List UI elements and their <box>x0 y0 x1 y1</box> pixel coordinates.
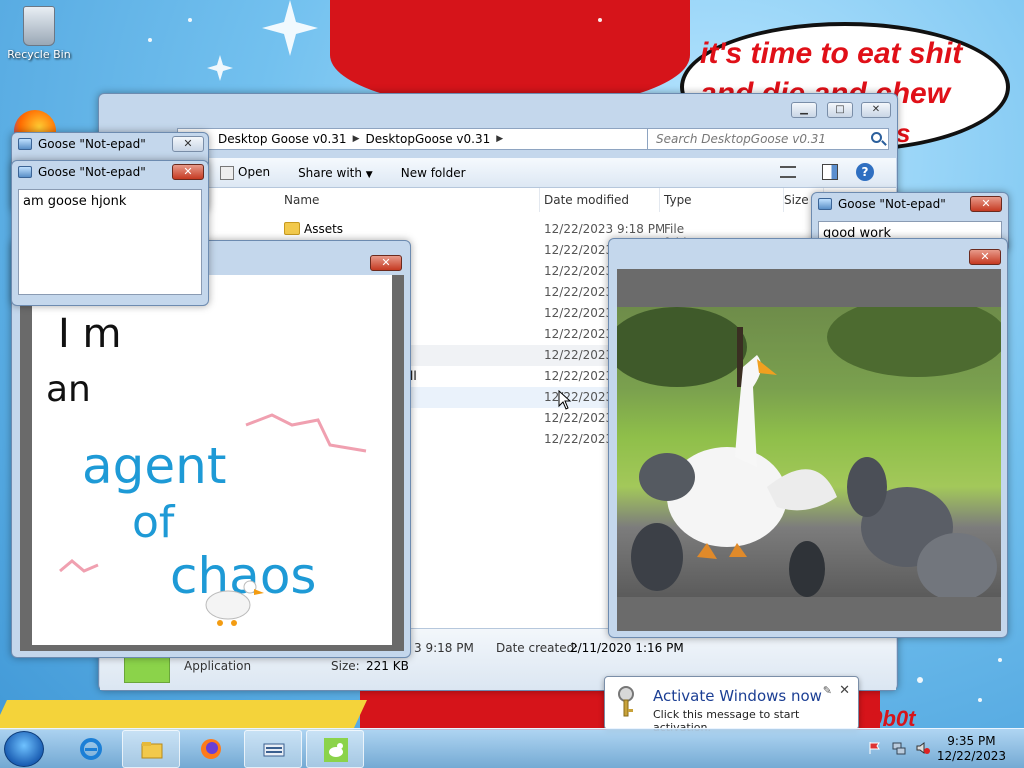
row-date: 12/22/2023 9 <box>544 243 608 257</box>
close-button[interactable]: ✕ <box>970 196 1002 212</box>
column-header-name[interactable]: Name <box>284 188 540 212</box>
internet-explorer-icon <box>80 738 102 760</box>
goose-notepad-window-front: Goose "Not-epad" ✕ am goose hjonk <box>11 160 209 306</box>
close-button[interactable]: ✕ <box>172 164 204 180</box>
change-view-icon[interactable] <box>780 166 796 178</box>
start-button[interactable] <box>4 731 44 767</box>
search-input[interactable]: Search DesktopGoose v0.31 <box>647 128 889 150</box>
folder-icon <box>141 742 163 759</box>
maximize-button[interactable]: □ <box>827 102 853 118</box>
row-date: 12/22/2023 9 <box>544 390 608 404</box>
keyboard-icon <box>263 743 285 757</box>
details-created-value: 2/11/2020 1:16 PM <box>570 641 684 655</box>
taskbar-windows-explorer[interactable] <box>122 730 180 768</box>
notification-title: Activate Windows now <box>653 687 822 705</box>
taskbar: 9:35 PM 12/22/2023 <box>0 728 1024 768</box>
help-icon[interactable]: ? <box>856 163 874 181</box>
goose-video-window: ✕ <box>608 238 1008 638</box>
wallpaper-yellow-shape <box>0 700 367 730</box>
firefox-icon <box>201 739 221 759</box>
drawing-strokes: I m an agent of chaos <box>46 311 367 626</box>
row-date: 12/22/2023 9 <box>544 369 608 383</box>
breadcrumb-item-2[interactable]: DesktopGoose v0.31 <box>365 132 490 146</box>
details-created-label: Date created: <box>496 641 579 655</box>
search-placeholder: Search DesktopGoose v0.31 <box>656 132 827 146</box>
open-button[interactable]: Open <box>220 165 270 180</box>
breadcrumb-separator-icon: ▶ <box>352 134 360 144</box>
close-button[interactable]: ✕ <box>861 102 891 118</box>
taskbar-internet-explorer[interactable] <box>62 730 120 768</box>
activate-windows-notification[interactable]: Activate Windows now Click this message … <box>604 676 859 734</box>
breadcrumb-separator-icon: ▶ <box>496 134 504 144</box>
close-button[interactable]: ✕ <box>172 136 204 152</box>
system-clock[interactable]: 9:35 PM 12/22/2023 <box>937 734 1006 764</box>
share-with-button[interactable]: Share with ▼ <box>298 166 373 180</box>
search-icon[interactable] <box>871 132 882 143</box>
close-icon[interactable]: ✕ <box>839 683 850 698</box>
notepad-icon <box>18 166 32 178</box>
row-date: 12/22/2023 9:18 PM <box>544 222 664 236</box>
window-title-text: Goose "Not-epad" <box>838 197 946 211</box>
speech-bubble-tail-text: s <box>896 118 911 148</box>
close-button[interactable]: ✕ <box>969 249 1001 265</box>
new-folder-button[interactable]: New folder <box>401 166 466 180</box>
open-icon <box>220 165 234 180</box>
notepad-icon <box>818 198 832 210</box>
column-header-type[interactable]: Type <box>664 188 784 212</box>
window-title-text: Goose "Not-epad" <box>38 137 146 151</box>
recycle-bin-label: Recycle Bin <box>7 48 71 61</box>
close-button[interactable]: ✕ <box>370 255 402 271</box>
drawing-line-4: of <box>132 497 176 548</box>
row-date: 12/22/2023 9 <box>544 432 608 446</box>
clock-time: 9:35 PM <box>947 734 996 748</box>
notepad-icon <box>18 138 32 150</box>
drawing-canvas: I m an agent of chaos <box>20 275 404 651</box>
clock-date: 12/22/2023 <box>936 749 1006 763</box>
action-center-flag-icon[interactable] <box>868 741 882 755</box>
row-date: 12/22/2023 9 <box>544 327 608 341</box>
goose-app-icon <box>324 738 348 762</box>
drawing-line-1: I m <box>58 311 121 357</box>
drawing-line-3: agent <box>82 437 226 495</box>
recycle-bin-graphic <box>23 6 55 46</box>
preview-pane-icon[interactable] <box>822 164 838 180</box>
details-kind: Application <box>184 659 252 673</box>
row-date: 12/22/2023 9 <box>544 348 608 362</box>
minimize-button[interactable]: ▁ <box>791 102 817 118</box>
details-size-value: 221 KB <box>366 659 409 673</box>
wrench-icon[interactable]: ✎ <box>823 684 832 697</box>
command-bar: Open Share with ▼ New folder ? <box>100 158 896 188</box>
row-name: ll <box>410 369 417 383</box>
details-size-label: Size: <box>331 659 360 673</box>
chevron-down-icon: ▼ <box>365 169 373 180</box>
video-player <box>617 269 1001 631</box>
row-date: 12/22/2023 9 <box>544 411 608 425</box>
row-date: 12/22/2023 9 <box>544 285 608 299</box>
share-with-label: Share with <box>298 165 362 180</box>
drawing-line-2: an <box>46 369 91 410</box>
row-name: Assets <box>304 222 344 236</box>
window-title-text: Goose "Not-epad" <box>38 165 146 179</box>
taskbar-desktop-goose[interactable] <box>306 730 364 768</box>
goose-video-frame <box>617 307 1001 597</box>
volume-muted-icon[interactable] <box>916 741 930 755</box>
taskbar-firefox[interactable] <box>182 730 240 768</box>
details-modified: 3 9:18 PM <box>414 641 474 655</box>
row-date: 12/22/2023 9 <box>544 264 608 278</box>
network-icon[interactable] <box>892 741 906 755</box>
recycle-bin-icon[interactable]: Recycle Bin <box>6 6 72 61</box>
folder-icon <box>284 222 300 235</box>
column-header-date-modified[interactable]: Date modified <box>544 188 660 212</box>
breadcrumb-item-1[interactable]: Desktop Goose v0.31 <box>218 132 347 146</box>
taskbar-on-screen-keyboard[interactable] <box>244 730 302 768</box>
key-icon <box>618 686 634 717</box>
notepad-text-area[interactable]: am goose hjonk <box>18 189 202 295</box>
open-label: Open <box>238 165 271 180</box>
row-date: 12/22/2023 9 <box>544 306 608 320</box>
mouse-cursor-icon <box>558 390 572 410</box>
